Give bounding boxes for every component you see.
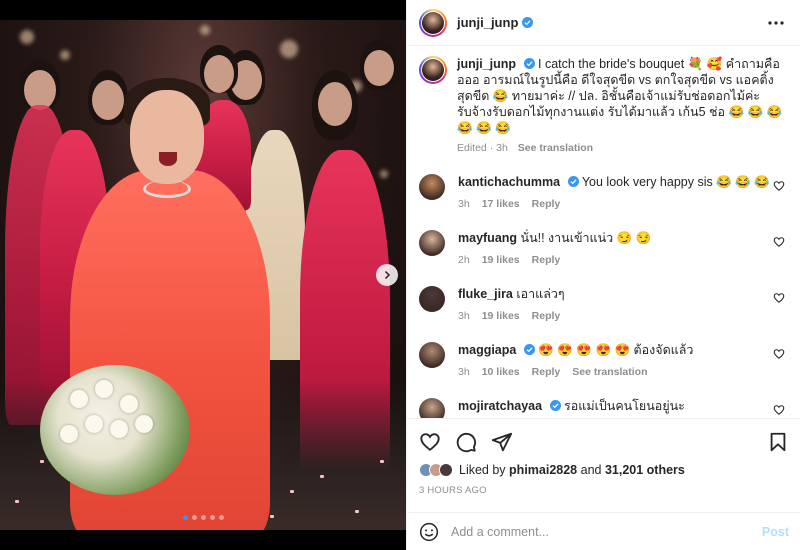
comment-text: นั่น!! งานเข้าแน่ว 😏 😏 <box>520 231 652 245</box>
chevron-right-icon <box>384 270 391 280</box>
avatar[interactable] <box>419 174 445 200</box>
comment-item: maggiapa 😍 😍 😍 😍 😍 ต้องจัดแล้ว 3h 10 likes… <box>419 342 789 378</box>
reply-button[interactable]: Reply <box>532 310 561 322</box>
liker-avatars <box>419 463 453 477</box>
likes-others[interactable]: 31,201 others <box>605 463 685 477</box>
carousel-dot <box>191 515 197 520</box>
post-actions: Liked by phimai2828 and 31,201 others 3 … <box>407 418 800 504</box>
post-timestamp: 3 HOURS AGO <box>419 485 487 496</box>
comment-time: 3h <box>458 198 470 210</box>
verified-badge-icon <box>567 176 579 187</box>
post-header: junji_junp <box>407 0 800 46</box>
like-comment-heart-icon[interactable] <box>773 292 785 304</box>
comment-input[interactable] <box>451 524 762 539</box>
verified-badge-icon <box>523 58 535 69</box>
comment-text: 😍 😍 😍 😍 😍 ต้องจัดแล้ว <box>538 343 694 357</box>
comment-text: You look very happy sis 😂 😂 😂 <box>581 175 770 189</box>
comment-username[interactable]: kantichachumma <box>458 175 560 189</box>
emoji-icon[interactable] <box>419 522 439 542</box>
comment-text: รอแม่เป็นคนโยนอยู่นะ <box>564 399 685 413</box>
comment-time: 3h <box>458 310 470 322</box>
post: junji_junp junji_junp I catch the bride'… <box>0 0 800 550</box>
likes-joiner: and <box>580 463 602 477</box>
avatar[interactable] <box>419 230 445 256</box>
carousel-next-button[interactable] <box>376 264 398 286</box>
like-comment-heart-icon[interactable] <box>773 180 785 192</box>
avatar[interactable] <box>419 398 445 418</box>
avatar[interactable] <box>419 286 445 312</box>
comment-likes[interactable]: 19 likes <box>482 310 520 322</box>
comment-username[interactable]: mojiratchayaa <box>458 399 542 413</box>
post-comment-button[interactable]: Post <box>762 525 789 539</box>
like-comment-heart-icon[interactable] <box>773 404 785 416</box>
post-author-username[interactable]: junji_junp <box>457 15 518 30</box>
comment-item: mayfuang นั่น!! งานเข้าแน่ว 😏 😏 2h 19 like… <box>419 230 789 266</box>
reply-button[interactable]: Reply <box>532 198 561 210</box>
post-media[interactable] <box>0 0 406 550</box>
likes-summary[interactable]: Liked by phimai2828 and 31,201 others <box>419 463 789 477</box>
likes-prefix: Liked by <box>459 463 506 477</box>
more-icon <box>768 20 784 25</box>
post-caption: junji_junp I catch the bride's bouquet 💐… <box>419 56 789 154</box>
like-comment-heart-icon[interactable] <box>773 348 785 360</box>
reply-button[interactable]: Reply <box>532 254 561 266</box>
avatar[interactable] <box>419 56 447 84</box>
carousel-indicator <box>0 515 406 520</box>
caption-time: Edited · 3h <box>457 142 508 154</box>
post-photo <box>0 20 406 530</box>
share-icon[interactable] <box>491 431 513 453</box>
verified-badge-icon <box>522 17 534 28</box>
verified-badge-icon <box>549 400 561 411</box>
comment-likes[interactable]: 19 likes <box>482 254 520 266</box>
see-translation-link[interactable]: See translation <box>572 366 647 378</box>
more-options-button[interactable] <box>764 11 788 35</box>
bookmark-icon[interactable] <box>767 431 789 453</box>
comment-time: 3h <box>458 366 470 378</box>
comment-item: kantichachumma You look very happy sis 😂… <box>419 174 789 210</box>
post-panel: junji_junp junji_junp I catch the bride'… <box>406 0 800 550</box>
comment-username[interactable]: mayfuang <box>458 231 517 245</box>
verified-badge-icon <box>523 344 535 355</box>
comment-text: เอาแล่วๆ <box>516 287 565 301</box>
caption-username[interactable]: junji_junp <box>457 57 516 71</box>
comment-likes[interactable]: 10 likes <box>482 366 520 378</box>
liked-by-user[interactable]: phimai2828 <box>509 463 577 477</box>
carousel-dot <box>182 515 188 520</box>
avatar[interactable] <box>419 8 447 37</box>
see-translation-link[interactable]: See translation <box>518 142 593 154</box>
comment-item: mojiratchayaa รอแม่เป็นคนโยนอยู่นะ3h19 l… <box>419 398 789 418</box>
comment-item: fluke_jira เอาแล่วๆ 3h 19 likes Reply <box>419 286 789 322</box>
comment-icon[interactable] <box>455 431 477 453</box>
carousel-dot <box>218 515 224 520</box>
carousel-dot <box>209 515 215 520</box>
comment-likes[interactable]: 17 likes <box>482 198 520 210</box>
comment-username[interactable]: fluke_jira <box>458 287 513 301</box>
avatar[interactable] <box>419 342 445 368</box>
carousel-dot <box>200 515 206 520</box>
heart-icon[interactable] <box>419 431 441 453</box>
comment-username[interactable]: maggiapa <box>458 343 516 357</box>
reply-button[interactable]: Reply <box>532 366 561 378</box>
like-comment-heart-icon[interactable] <box>773 236 785 248</box>
comment-time: 2h <box>458 254 470 266</box>
comments-section[interactable]: junji_junp I catch the bride's bouquet 💐… <box>407 46 800 418</box>
add-comment-bar: Post <box>407 512 800 550</box>
